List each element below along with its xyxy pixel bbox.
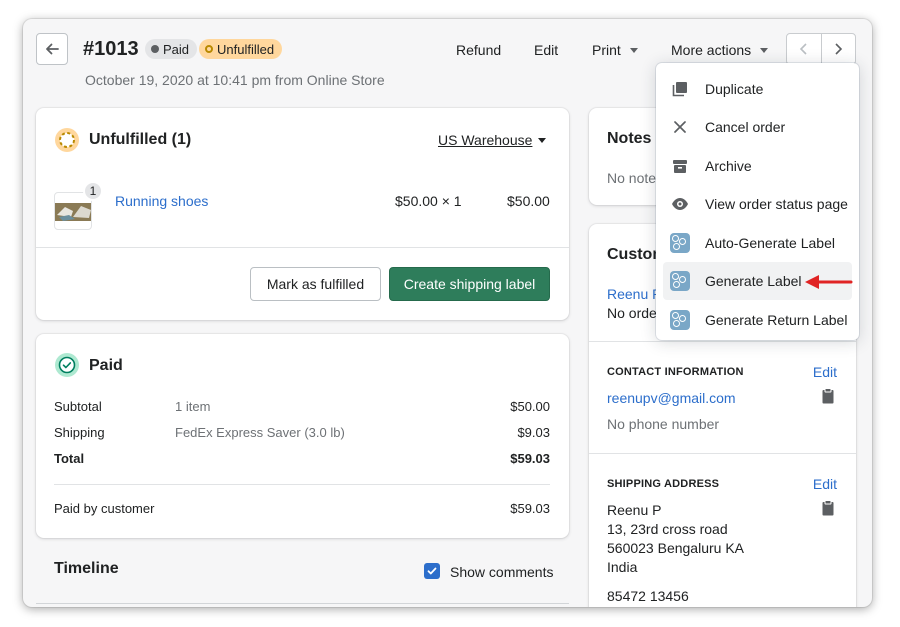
customer-orders: No orde bbox=[607, 305, 657, 321]
timeline-title: Timeline bbox=[54, 560, 119, 577]
address-line: Reenu P bbox=[607, 502, 662, 518]
paid-badge-label: Paid bbox=[163, 41, 190, 57]
status-dot-icon bbox=[151, 45, 159, 53]
fulfillment-title: Unfulfilled (1) bbox=[89, 131, 192, 148]
app-logo-icon bbox=[670, 310, 690, 330]
show-comments-checkbox[interactable] bbox=[424, 563, 440, 579]
menu-item-label: View order status page bbox=[705, 196, 848, 212]
menu-item-auto-generate-label[interactable]: Auto-Generate Label bbox=[656, 224, 859, 262]
app-logo-icon bbox=[670, 271, 690, 291]
show-comments-label: Show comments bbox=[450, 564, 554, 580]
archive-icon bbox=[670, 156, 690, 176]
menu-item-archive[interactable]: Archive bbox=[656, 147, 859, 185]
mark-as-fulfilled-button[interactable]: Mark as fulfilled bbox=[250, 267, 381, 301]
line-total: $50.00 bbox=[507, 193, 550, 209]
customer-phone: No phone number bbox=[607, 416, 720, 432]
paid-by-customer-label: Paid by customer bbox=[54, 501, 155, 516]
paid-check-icon bbox=[55, 353, 79, 377]
more-actions-menu: Duplicate Cancel order Archive View orde… bbox=[656, 63, 859, 340]
customer-name-link[interactable]: Reenu P bbox=[607, 286, 661, 302]
product-link[interactable]: Running shoes bbox=[115, 193, 208, 209]
total-amount: $59.03 bbox=[510, 451, 550, 466]
customer-email-link[interactable]: reenupv@gmail.com bbox=[607, 390, 736, 406]
clipboard-icon[interactable] bbox=[822, 388, 834, 404]
menu-item-label: Auto-Generate Label bbox=[705, 235, 835, 251]
caret-down-icon bbox=[538, 138, 547, 143]
app-logo-icon bbox=[670, 233, 690, 253]
location-selector[interactable]: US Warehouse bbox=[438, 132, 547, 148]
address-line: India bbox=[607, 559, 638, 575]
menu-item-view-order-status[interactable]: View order status page bbox=[656, 185, 859, 223]
print-button[interactable]: Print bbox=[592, 42, 638, 58]
shipping-edit-link[interactable]: Edit bbox=[813, 476, 837, 492]
shipping-amount: $9.03 bbox=[517, 425, 550, 440]
previous-order-button[interactable] bbox=[787, 34, 822, 64]
menu-item-label: Duplicate bbox=[705, 81, 764, 97]
address-phone: 85472 13456 bbox=[607, 588, 689, 604]
fulfillment-card: Unfulfilled (1) US Warehouse 1 Running s… bbox=[36, 108, 569, 320]
unfulfilled-badge: Unfulfilled bbox=[199, 39, 283, 59]
menu-item-generate-return-label[interactable]: Generate Return Label bbox=[656, 301, 859, 339]
annotation-arrow-icon bbox=[805, 275, 853, 289]
menu-item-label: Generate Label bbox=[705, 273, 802, 289]
divider bbox=[36, 247, 569, 248]
checkmark-icon bbox=[427, 567, 437, 575]
back-button[interactable] bbox=[36, 33, 68, 65]
payment-title: Paid bbox=[89, 357, 123, 374]
status-ring-icon bbox=[205, 45, 213, 53]
divider bbox=[589, 453, 856, 454]
refund-button[interactable]: Refund bbox=[456, 42, 501, 58]
unfulfilled-status-icon bbox=[55, 128, 79, 152]
create-shipping-label-button[interactable]: Create shipping label bbox=[389, 267, 550, 301]
shipping-label: Shipping bbox=[54, 425, 105, 440]
menu-item-label: Cancel order bbox=[705, 119, 786, 135]
subtotal-amount: $50.00 bbox=[510, 399, 550, 414]
order-title: #1013 bbox=[83, 38, 139, 60]
address-line: 560023 Bengaluru KA bbox=[607, 540, 744, 556]
shipping-address-heading: SHIPPING ADDRESS bbox=[607, 478, 720, 490]
total-label: Total bbox=[54, 451, 85, 466]
divider bbox=[54, 484, 550, 485]
shipping-detail: FedEx Express Saver (3.0 lb) bbox=[175, 425, 345, 440]
duplicate-icon bbox=[670, 79, 690, 99]
next-order-button[interactable] bbox=[822, 34, 856, 64]
location-label: US Warehouse bbox=[438, 132, 533, 148]
contact-edit-link[interactable]: Edit bbox=[813, 364, 837, 380]
clipboard-icon[interactable] bbox=[822, 500, 834, 516]
price-quantity: $50.00 × 1 bbox=[395, 193, 462, 209]
eye-icon bbox=[670, 194, 690, 214]
more-actions-label: More actions bbox=[671, 42, 752, 58]
address-line: 13, 23rd cross road bbox=[607, 521, 728, 537]
paid-by-customer-amount: $59.03 bbox=[510, 501, 550, 516]
paid-badge: Paid bbox=[145, 39, 198, 59]
more-actions-button[interactable]: More actions bbox=[671, 42, 769, 58]
menu-item-label: Archive bbox=[705, 158, 752, 174]
menu-item-cancel-order[interactable]: Cancel order bbox=[656, 108, 859, 146]
menu-item-duplicate[interactable]: Duplicate bbox=[656, 70, 859, 108]
quantity-badge: 1 bbox=[83, 181, 103, 201]
subtotal-detail: 1 item bbox=[175, 399, 211, 414]
print-label: Print bbox=[592, 42, 621, 58]
menu-item-label: Generate Return Label bbox=[705, 312, 848, 328]
payment-card: Paid Subtotal 1 item $50.00 Shipping Fed… bbox=[36, 334, 569, 538]
divider bbox=[36, 603, 569, 604]
close-icon bbox=[670, 117, 690, 137]
chevron-left-icon bbox=[799, 43, 807, 55]
order-subtitle: October 19, 2020 at 10:41 pm from Online… bbox=[85, 72, 385, 88]
order-pager bbox=[786, 33, 856, 65]
arrow-left-icon bbox=[46, 43, 59, 55]
notes-text: No note bbox=[607, 170, 657, 186]
chevron-right-icon bbox=[835, 43, 843, 55]
subtotal-label: Subtotal bbox=[54, 399, 102, 414]
edit-button[interactable]: Edit bbox=[534, 42, 558, 58]
contact-information-heading: CONTACT INFORMATION bbox=[607, 366, 744, 378]
caret-down-icon bbox=[629, 48, 638, 53]
order-window: #1013 Paid Unfulfilled October 19, 2020 … bbox=[23, 19, 872, 607]
divider bbox=[589, 341, 856, 342]
caret-down-icon bbox=[760, 48, 769, 53]
notes-title: Notes bbox=[607, 130, 652, 147]
unfulfilled-badge-label: Unfulfilled bbox=[217, 41, 275, 57]
